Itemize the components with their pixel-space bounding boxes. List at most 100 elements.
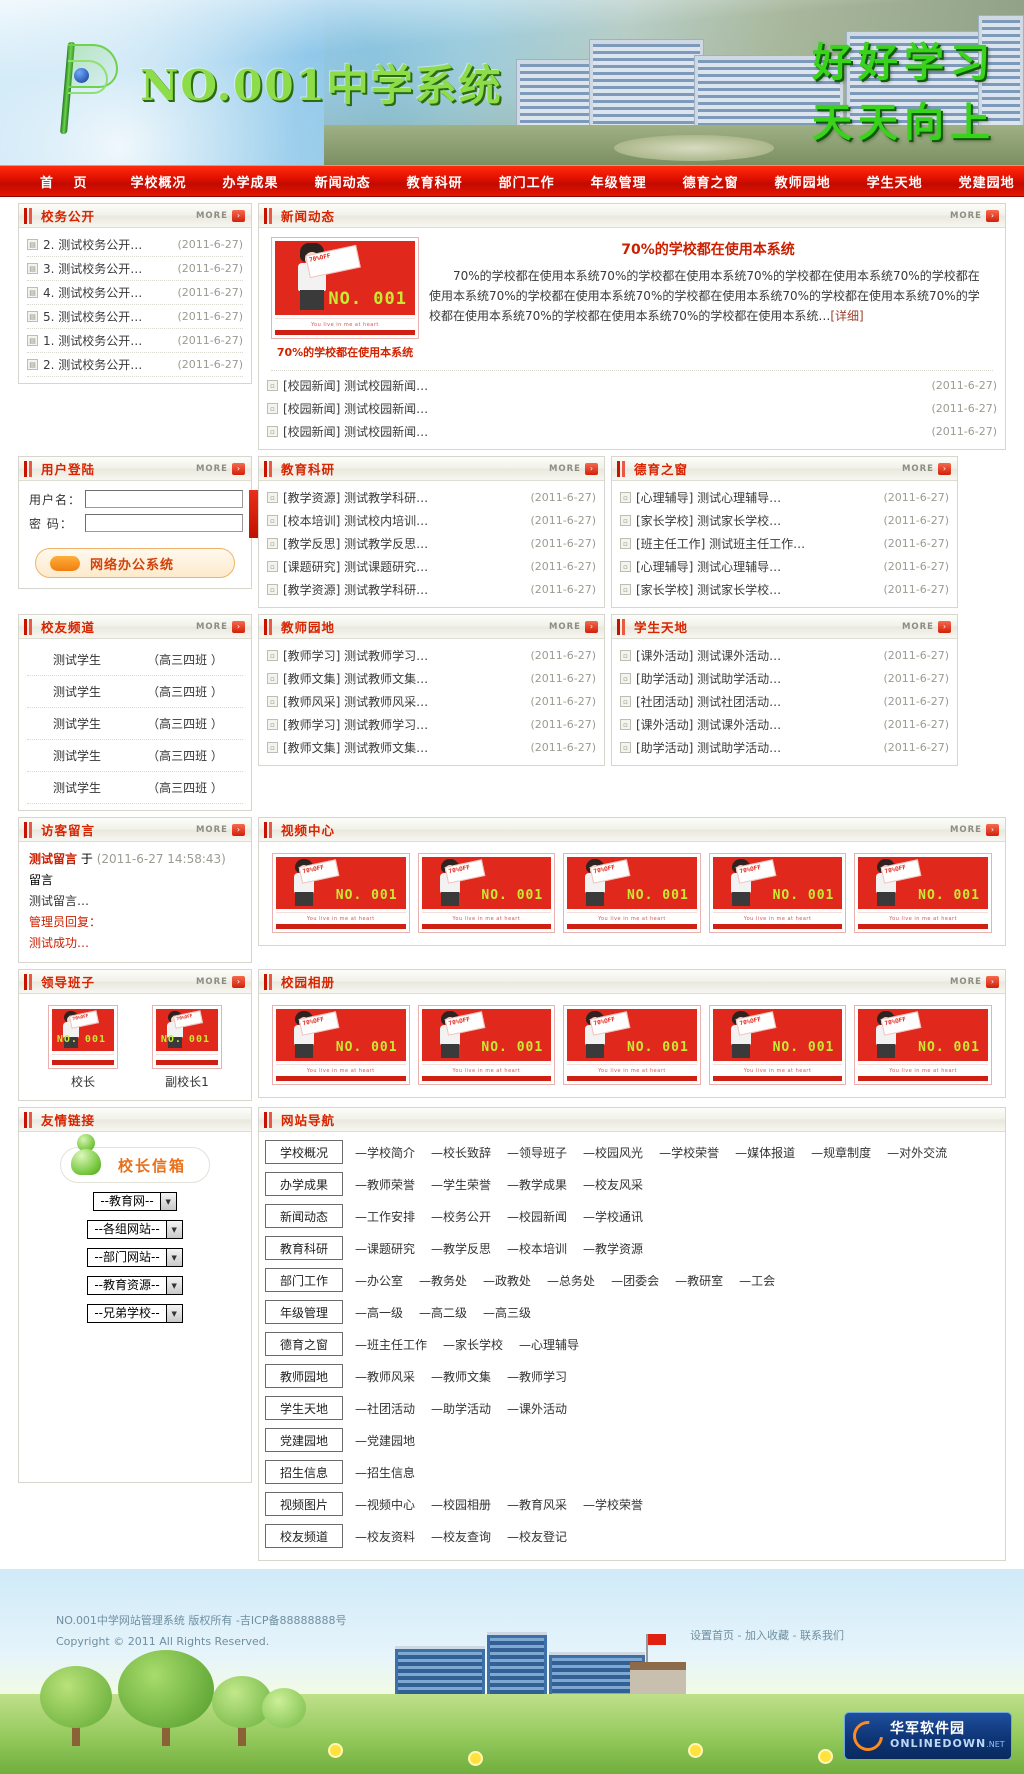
sitemap-link[interactable]: —教师风采 [355, 1368, 415, 1385]
list-item[interactable]: 测试学生 （高三四班 ） [27, 772, 243, 804]
list-item[interactable]: 测试学生 （高三四班 ） [27, 676, 243, 708]
list-item[interactable]: ▫ [教师学习] 测试教师学习… (2011-6-27) [267, 713, 596, 736]
more-link[interactable]: MORE › [549, 462, 598, 475]
list-item[interactable]: 测试学生 （高三四班 ） [27, 740, 243, 772]
sitemap-link[interactable]: —教学资源 [583, 1240, 643, 1257]
list-item[interactable]: 测试学生 （高三四班 ） [27, 708, 243, 740]
sitemap-link[interactable]: —学校荣誉 [583, 1496, 643, 1513]
leader-card[interactable]: NO. 001 副校长1 [152, 1005, 222, 1090]
more-link[interactable]: MORE › [196, 823, 245, 836]
list-item[interactable]: ▤ 1. 测试校务公开… (2011-6-27) [27, 329, 243, 353]
sitemap-link[interactable]: —教务处 [419, 1272, 467, 1289]
list-item[interactable]: ▤ 2. 测试校务公开… (2011-6-27) [27, 233, 243, 257]
sitemap-link[interactable]: —校务公开 [431, 1208, 491, 1225]
sitemap-link[interactable]: —领导班子 [507, 1144, 567, 1161]
more-link[interactable]: MORE › [902, 620, 951, 633]
sitemap-link[interactable]: —班主任工作 [355, 1336, 427, 1353]
video-thumbnail[interactable]: NO. 001 You live in me at heart [272, 853, 410, 933]
more-link[interactable]: MORE › [950, 975, 999, 988]
main-navigation[interactable]: 首 页 学校概况 办学成果 新闻动态 教育科研 部门工作 年级管理 德育之窗 教… [0, 165, 1024, 197]
nav-item-party-building[interactable]: 党建园地 [941, 172, 1024, 191]
sitemap-link[interactable]: —校友风采 [583, 1176, 643, 1193]
sitemap-link[interactable]: —心理辅导 [519, 1336, 579, 1353]
sitemap-link[interactable]: —办公室 [355, 1272, 403, 1289]
list-item[interactable]: ▤ 3. 测试校务公开… (2011-6-27) [27, 257, 243, 281]
nav-item-departments[interactable]: 部门工作 [481, 172, 573, 191]
group-sites-select[interactable]: --各组网站-- ▼ [87, 1220, 183, 1239]
gallery-thumbnail[interactable]: NO. 001 You live in me at heart [417, 1005, 556, 1085]
gallery-thumbnail[interactable]: NO. 001 You live in me at heart [272, 1005, 410, 1085]
sitemap-link[interactable]: —校友查询 [431, 1528, 491, 1545]
gallery-thumbnail[interactable]: NO. 001 You live in me at heart [854, 1005, 992, 1085]
more-link[interactable]: MORE › [549, 620, 598, 633]
list-item[interactable]: ▫ [教学资源] 测试教学科研… (2011-6-27) [267, 578, 596, 601]
sitemap-link[interactable]: —总务处 [547, 1272, 595, 1289]
gallery-thumbnail[interactable]: NO. 001 You live in me at heart [563, 1005, 701, 1085]
list-item[interactable]: ▫ [教学反思] 测试教学反思… (2011-6-27) [267, 532, 596, 555]
nav-item-teachers[interactable]: 教师园地 [757, 172, 849, 191]
list-item[interactable]: ▫ [教师文集] 测试教师文集… (2011-6-27) [267, 667, 596, 690]
principal-mailbox-button[interactable]: 校长信箱 [60, 1134, 210, 1183]
sitemap-category[interactable]: 新闻动态 [265, 1204, 343, 1228]
more-link[interactable]: MORE › [950, 209, 999, 222]
sitemap-link[interactable]: —课题研究 [355, 1240, 415, 1257]
password-input[interactable] [85, 514, 243, 532]
list-item[interactable]: ▫ [课外活动] 测试课外活动… (2011-6-27) [620, 713, 949, 736]
more-link[interactable]: MORE › [196, 462, 245, 475]
sitemap-category[interactable]: 年级管理 [265, 1300, 343, 1324]
list-item[interactable]: ▤ 5. 测试校务公开… (2011-6-27) [27, 305, 243, 329]
footer-links-text[interactable]: 设置首页 - 加入收藏 - 联系我们 [690, 1629, 844, 1642]
sitemap-link[interactable]: —校园风光 [583, 1144, 643, 1161]
list-item[interactable]: ▫ [课题研究] 测试课题研究… (2011-6-27) [267, 555, 596, 578]
news-thumbnail[interactable]: NO. 001 You live in me at heart 70%的学校都在… [271, 237, 419, 360]
office-system-button[interactable]: 网络办公系统 [35, 548, 235, 578]
more-link[interactable]: MORE › [196, 975, 245, 988]
list-item[interactable]: ▫ [教学资源] 测试教学科研… (2011-6-27) [267, 486, 596, 509]
more-link[interactable]: MORE › [196, 620, 245, 633]
nav-item-school-profile[interactable]: 学校概况 [113, 172, 205, 191]
sitemap-link[interactable]: —对外交流 [887, 1144, 947, 1161]
sitemap-link[interactable]: —教育风采 [507, 1496, 567, 1513]
sitemap-category[interactable]: 视频图片 [265, 1492, 343, 1516]
sitemap-link[interactable]: —校友登记 [507, 1528, 567, 1545]
sitemap-link[interactable]: —规章制度 [811, 1144, 871, 1161]
list-item[interactable]: ▫ [教师学习] 测试教师学习… (2011-6-27) [267, 644, 596, 667]
sitemap-link[interactable]: —高二级 [419, 1304, 467, 1321]
sitemap-category[interactable]: 教师园地 [265, 1364, 343, 1388]
nav-item-news[interactable]: 新闻动态 [297, 172, 389, 191]
nav-item-research[interactable]: 教育科研 [389, 172, 481, 191]
list-item[interactable]: ▫ [心理辅导] 测试心理辅导… (2011-6-27) [620, 555, 949, 578]
sitemap-category[interactable]: 教育科研 [265, 1236, 343, 1260]
sitemap-link[interactable]: —工会 [739, 1272, 775, 1289]
onlinedown-badge[interactable]: 华军软件园 ONLINEDOWN.NET [844, 1712, 1012, 1760]
sitemap-link[interactable]: —教师荣誉 [355, 1176, 415, 1193]
more-link[interactable]: MORE › [902, 462, 951, 475]
sitemap-link[interactable]: —教学成果 [507, 1176, 567, 1193]
video-thumbnail[interactable]: NO. 001 You live in me at heart [563, 853, 701, 933]
list-item[interactable]: ▤ 4. 测试校务公开… (2011-6-27) [27, 281, 243, 305]
sitemap-link[interactable]: —学校简介 [355, 1144, 415, 1161]
list-item[interactable]: ▫ [助学活动] 测试助学活动… (2011-6-27) [620, 667, 949, 690]
more-link[interactable]: MORE › [196, 209, 245, 222]
sitemap-link[interactable]: —校园新闻 [507, 1208, 567, 1225]
sitemap-link[interactable]: —校园相册 [431, 1496, 491, 1513]
list-item[interactable]: ▫ [课外活动] 测试课外活动… (2011-6-27) [620, 644, 949, 667]
sitemap-link[interactable]: —党建园地 [355, 1432, 415, 1449]
sitemap-category[interactable]: 校友频道 [265, 1524, 343, 1548]
sitemap-link[interactable]: —教研室 [675, 1272, 723, 1289]
sitemap-category[interactable]: 德育之窗 [265, 1332, 343, 1356]
news-headline[interactable]: 70%的学校都在使用本系统 [429, 239, 987, 259]
sitemap-link[interactable]: —助学活动 [431, 1400, 491, 1417]
username-input[interactable] [85, 490, 243, 508]
nav-item-home[interactable]: 首 页 [0, 172, 113, 191]
sitemap-link[interactable]: —高一级 [355, 1304, 403, 1321]
video-thumbnail[interactable]: NO. 001 You live in me at heart [417, 853, 556, 933]
sister-schools-select[interactable]: --兄弟学校-- ▼ [87, 1304, 183, 1323]
sitemap-link[interactable]: —媒体报道 [735, 1144, 795, 1161]
sitemap-link[interactable]: —工作安排 [355, 1208, 415, 1225]
nav-item-moral-education[interactable]: 德育之窗 [665, 172, 757, 191]
list-item[interactable]: ▫ [校园新闻] 测试校园新闻… (2011-6-27) [267, 374, 997, 397]
sitemap-category[interactable]: 部门工作 [265, 1268, 343, 1292]
sitemap-link[interactable]: —家长学校 [443, 1336, 503, 1353]
sitemap-category[interactable]: 学校概况 [265, 1140, 343, 1164]
